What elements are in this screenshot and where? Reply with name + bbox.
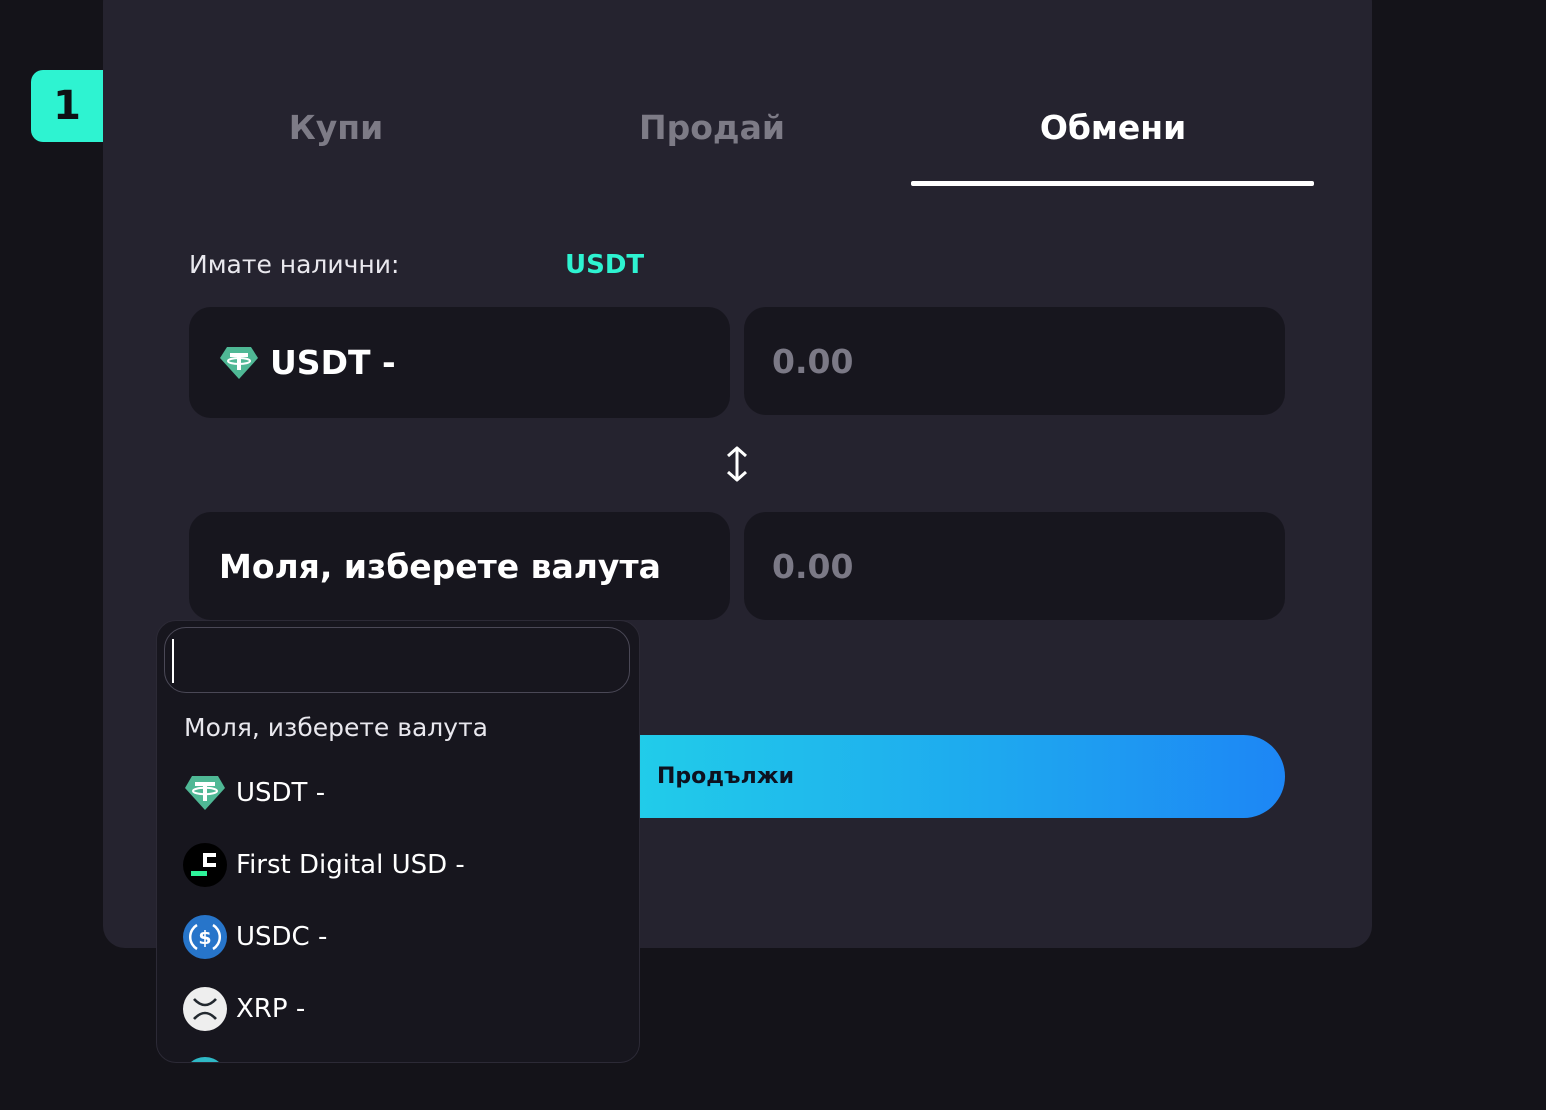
from-amount-input[interactable]: 0.00 [744, 307, 1285, 415]
usdc-icon: $ [183, 915, 227, 959]
dropdown-placeholder-option[interactable]: Моля, изберете валута [184, 713, 488, 742]
dropdown-option-label: XRP - [236, 994, 306, 1024]
dropdown-option-usdc[interactable]: $ USDC - [183, 915, 327, 959]
from-currency-label: USDT - [270, 343, 396, 382]
active-tab-indicator [911, 181, 1314, 186]
available-balance-currency: USDT [565, 250, 645, 280]
text-cursor [172, 639, 174, 683]
continue-button-label: Продължи [657, 764, 794, 789]
xrp-icon [183, 987, 227, 1031]
dropdown-option-fdusd[interactable]: First Digital USD - [183, 843, 465, 887]
to-amount-input[interactable]: 0.00 [744, 512, 1285, 620]
dropdown-option-usdt[interactable]: USDT - [183, 771, 325, 815]
dropdown-option-label: First Digital USD - [236, 850, 465, 880]
continue-button[interactable]: Продължи [560, 735, 1285, 818]
svg-text:$: $ [198, 927, 211, 949]
fdusd-icon [183, 843, 227, 887]
dropdown-option-xrp[interactable]: XRP - [183, 987, 305, 1031]
tether-icon [219, 343, 259, 383]
from-currency-select[interactable]: USDT - [189, 307, 730, 418]
swap-arrows-icon[interactable] [722, 444, 752, 484]
from-amount-placeholder: 0.00 [772, 341, 854, 381]
tab-buy[interactable]: Купи [214, 108, 458, 152]
to-currency-select[interactable]: Моля, изберете валута [189, 512, 730, 620]
currency-search-input[interactable] [164, 627, 630, 693]
step-badge: 1 [31, 70, 103, 142]
tab-sell[interactable]: Продай [590, 108, 834, 152]
partially-visible-option-icon [183, 1057, 227, 1062]
dropdown-option-label: USDC - [236, 922, 328, 952]
tab-exchange[interactable]: Обмени [991, 108, 1235, 152]
to-amount-placeholder: 0.00 [772, 546, 854, 586]
tether-icon [183, 771, 227, 815]
dropdown-option-label: USDT - [236, 778, 326, 808]
to-currency-label: Моля, изберете валута [219, 546, 661, 586]
available-balance-label: Имате налични: [189, 250, 400, 279]
currency-dropdown: Моля, изберете валута USDT - First Digit… [156, 620, 640, 1063]
